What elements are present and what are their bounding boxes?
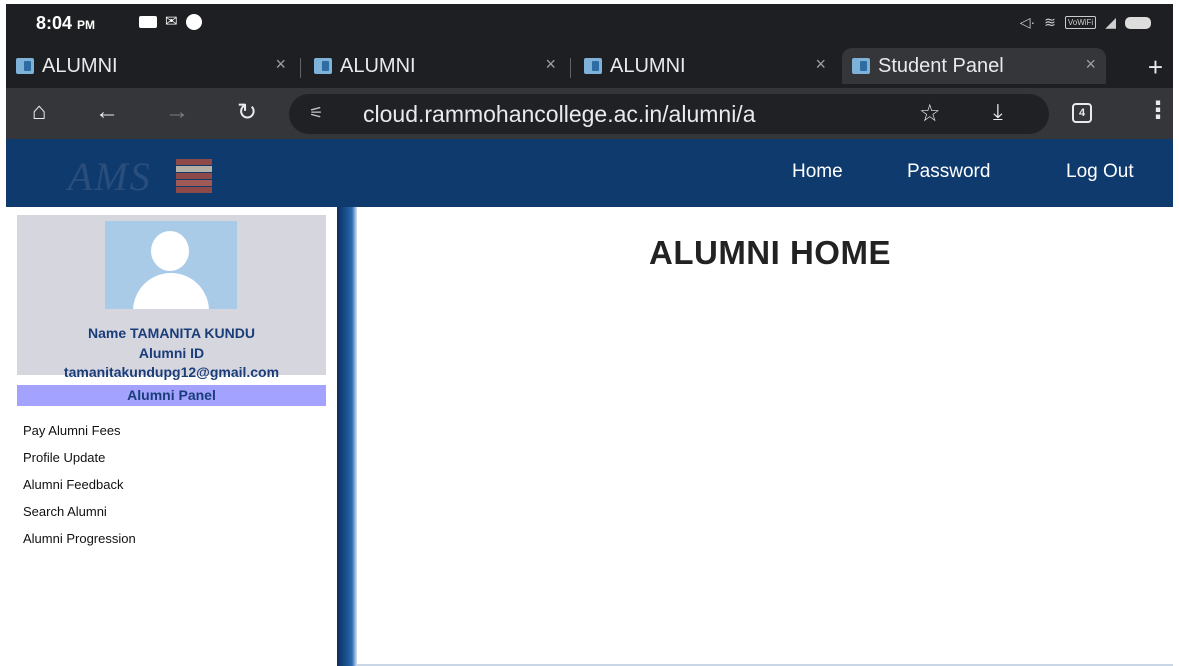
close-tab-icon[interactable]: × — [815, 54, 826, 75]
logo-text: AMS — [68, 154, 152, 199]
tab-title: Student Panel — [878, 54, 1004, 77]
browser-chrome: 8:04 PM ✉ ◁· ≋ VoWiFi ◢ ALUMNI × ALUMNI … — [6, 4, 1173, 139]
more-menu-icon[interactable]: ⋮ — [1146, 96, 1170, 125]
menu-alumni-feedback[interactable]: Alumni Feedback — [23, 477, 123, 492]
menu-alumni-progression[interactable]: Alumni Progression — [23, 531, 136, 546]
reload-icon[interactable]: ↻ — [232, 98, 262, 127]
home-icon[interactable]: ⌂ — [24, 98, 54, 126]
menu-pay-alumni-fees[interactable]: Pay Alumni Fees — [23, 423, 121, 438]
user-icon — [151, 231, 189, 271]
sidebar-divider — [337, 207, 357, 666]
tab-separator — [570, 58, 571, 78]
tab-title: ALUMNI — [42, 54, 118, 77]
system-icons: ◁· ≋ VoWiFi ◢ — [1020, 14, 1151, 31]
battery-icon — [1125, 16, 1151, 29]
wifi-icon: ≋ — [1044, 14, 1056, 30]
tab-switcher-button[interactable]: 4 — [1072, 103, 1092, 123]
status-time: 8:04 PM — [36, 13, 95, 34]
sidebar: Name TAMANITA KUNDU Alumni ID tamanitaku… — [6, 207, 337, 666]
site-favicon-icon — [314, 58, 332, 74]
profile-card: Name TAMANITA KUNDU Alumni ID tamanitaku… — [17, 215, 326, 380]
notification-icons: ✉ — [139, 14, 202, 30]
panel-title: Alumni Panel — [17, 385, 326, 406]
mail-icon: ✉ — [165, 13, 178, 30]
tab-alumni-1[interactable]: ALUMNI × — [6, 48, 296, 84]
back-icon[interactable]: ← — [92, 98, 122, 126]
forward-icon[interactable]: → — [162, 98, 192, 126]
profile-alumni-id: Alumni ID — [138, 345, 205, 361]
bookmark-star-icon[interactable]: ☆ — [919, 99, 941, 128]
nav-password-link[interactable]: Password — [907, 161, 990, 183]
browser-toolbar: ⌂ ← → ↻ ⚟ cloud.rammohancollege.ac.in/al… — [6, 88, 1173, 139]
profile-email: tamanitakundupg12@gmail.com — [63, 364, 280, 380]
download-icon[interactable]: ⤓ — [993, 99, 1003, 125]
site-logo[interactable]: AMS — [68, 153, 254, 199]
signal-icon: ◢ — [1105, 14, 1116, 30]
url-text[interactable]: cloud.rammohancollege.ac.in/alumni/a — [363, 101, 903, 128]
close-tab-icon[interactable]: × — [545, 54, 556, 75]
books-icon — [176, 159, 212, 193]
nav-logout-link[interactable]: Log Out — [1066, 161, 1134, 183]
status-time-value: 8:04 — [36, 13, 73, 33]
new-tab-button[interactable]: + — [1148, 52, 1163, 83]
volte-icon: VoWiFi — [1064, 16, 1097, 29]
whatsapp-icon — [185, 14, 202, 30]
address-bar[interactable]: ⚟ cloud.rammohancollege.ac.in/alumni/a ☆… — [289, 94, 1049, 134]
nav-home-link[interactable]: Home — [792, 161, 843, 183]
tab-alumni-3[interactable]: ALUMNI × — [574, 48, 836, 84]
site-favicon-icon — [16, 58, 34, 74]
tab-title: ALUMNI — [340, 54, 416, 77]
message-icon — [139, 16, 157, 28]
site-favicon-icon — [584, 58, 602, 74]
page-title: ALUMNI HOME — [649, 234, 891, 271]
close-tab-icon[interactable]: × — [1085, 54, 1096, 75]
vibrate-icon: ◁· — [1019, 14, 1036, 30]
site-favicon-icon — [852, 58, 870, 74]
menu-search-alumni[interactable]: Search Alumni — [23, 504, 107, 519]
tab-title: ALUMNI — [610, 54, 686, 77]
close-tab-icon[interactable]: × — [275, 54, 286, 75]
status-bar: 8:04 PM ✉ ◁· ≋ VoWiFi ◢ — [6, 4, 1173, 40]
avatar — [105, 221, 237, 309]
site-settings-icon[interactable]: ⚟ — [309, 103, 323, 123]
tab-student-panel[interactable]: Student Panel × — [842, 48, 1106, 84]
status-time-ampm: PM — [77, 18, 96, 32]
site-header: AMS Home Password Log Out — [6, 139, 1173, 207]
menu-profile-update[interactable]: Profile Update — [23, 450, 105, 465]
profile-name: Name TAMANITA KUNDU — [88, 325, 255, 341]
tab-alumni-2[interactable]: ALUMNI × — [304, 48, 566, 84]
tab-separator — [300, 58, 301, 78]
tab-strip: ALUMNI × ALUMNI × ALUMNI × Student Panel… — [6, 44, 1173, 86]
